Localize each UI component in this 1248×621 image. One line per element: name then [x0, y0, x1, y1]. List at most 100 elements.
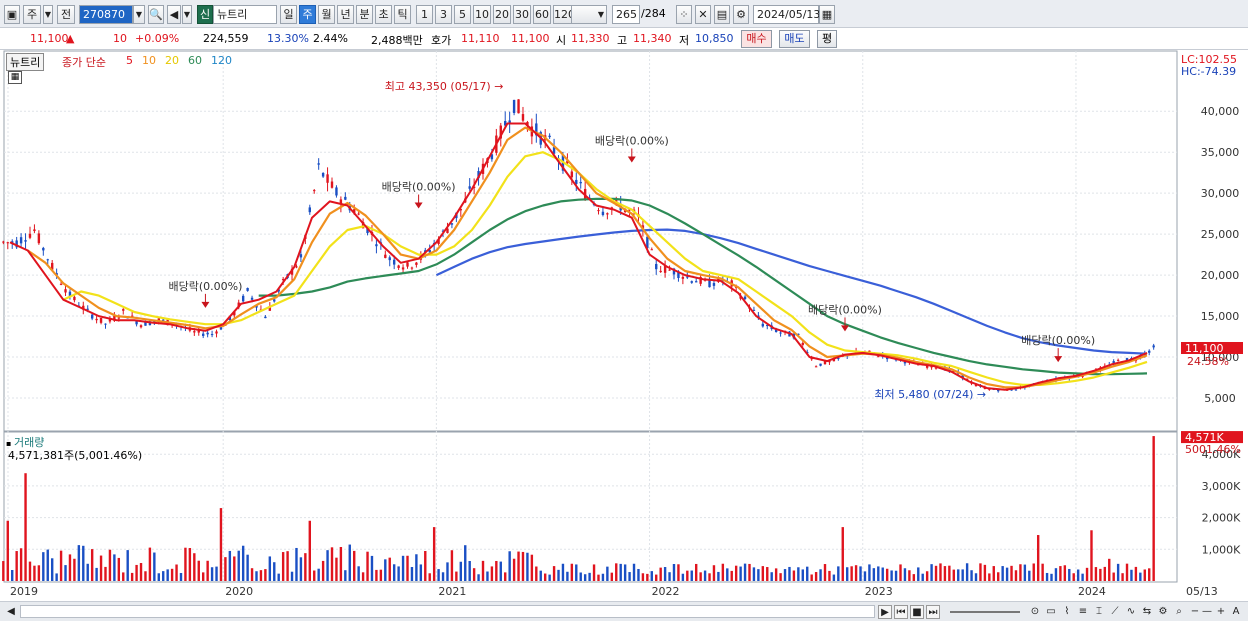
volume-bar — [1001, 566, 1004, 581]
volume-bar — [290, 571, 294, 581]
window-icon[interactable]: ▣ — [4, 5, 20, 24]
interval-tab-5[interactable]: 30 — [513, 5, 531, 24]
zoom-icon[interactable]: ⊙ — [1028, 605, 1042, 619]
candle-body — [104, 323, 107, 325]
volume-bar — [868, 564, 871, 581]
table-icon[interactable]: ▦ — [8, 71, 22, 84]
stock-name-field[interactable]: 뉴트리 — [213, 5, 277, 24]
stock-chart[interactable]: 2019 2020 2021 2022 2023 2024 05/13 40,000 35,00… — [0, 50, 1248, 601]
interval-tab-4[interactable]: 20 — [493, 5, 511, 24]
last-icon[interactable]: ⏭ — [926, 605, 940, 619]
volume-bar — [273, 562, 276, 581]
candle-body — [415, 262, 418, 265]
chevron-down-icon[interactable]: ▼ — [182, 5, 192, 24]
chevron-down-icon[interactable]: ▼ — [133, 5, 145, 24]
ma-legend-20[interactable]: 20 — [165, 54, 179, 67]
period-tab-6[interactable]: 틱 — [394, 5, 411, 24]
candle-body — [326, 174, 329, 183]
interval-dropdown[interactable]: ▼ — [571, 5, 607, 24]
interval-tab-2[interactable]: 5 — [454, 5, 471, 24]
period-tab-1[interactable]: 주 — [299, 5, 316, 24]
search-icon[interactable]: ⌕ — [1172, 605, 1186, 619]
sell-button[interactable]: 매도 — [779, 30, 810, 48]
volume-y-tick-label: 1,000K — [1202, 543, 1241, 556]
crosshair-icon[interactable]: ✕ — [695, 5, 711, 24]
ma-legend-5[interactable]: 5 — [126, 54, 133, 67]
period-tab-3[interactable]: 년 — [337, 5, 354, 24]
save-icon[interactable]: ▤ — [714, 5, 730, 24]
candle-body — [712, 283, 716, 286]
volume-bar — [179, 572, 183, 581]
font-size-icon[interactable]: A — [1229, 605, 1243, 619]
eval-button[interactable]: 평 — [817, 30, 837, 48]
volume-bar — [939, 563, 942, 581]
zoom-slider[interactable] — [950, 611, 1020, 613]
chart-bar-icon[interactable]: ≡ — [1076, 605, 1090, 619]
stock-code-input[interactable]: 270870 — [79, 5, 133, 24]
volume-bar — [2, 561, 5, 581]
candle-body — [601, 211, 605, 215]
interval-tab-3[interactable]: 10 — [473, 5, 491, 24]
count-input[interactable]: 265 — [612, 5, 640, 24]
x-tick-label: 2019 — [10, 585, 38, 598]
search-icon[interactable]: 🔍 — [148, 5, 164, 24]
first-icon[interactable]: ⏮ — [894, 605, 908, 619]
candle-body — [681, 276, 685, 279]
trend-line-icon[interactable]: ⟋ — [1108, 605, 1122, 619]
volume-bar — [1036, 535, 1040, 581]
stock-legend-tag[interactable]: 뉴트리 — [6, 53, 45, 71]
volume-bar — [299, 557, 303, 581]
candle-body — [357, 213, 360, 215]
chevron-down-icon[interactable]: ▼ — [43, 5, 53, 24]
chart-candle-icon[interactable]: ⌶ — [1092, 605, 1106, 619]
scroll-left-icon[interactable]: ◀ — [4, 605, 18, 619]
minus-icon[interactable]: — — [1200, 605, 1214, 619]
chart-tool-icon[interactable]: ⁘ — [676, 5, 692, 24]
volume-bar — [197, 560, 200, 581]
interval-tab-0[interactable]: 1 — [416, 5, 433, 24]
scroll-track[interactable] — [20, 605, 875, 618]
volume-bar — [268, 556, 272, 581]
volume-bar — [455, 571, 458, 581]
date-input[interactable]: 2024/05/13 — [753, 5, 820, 24]
candle-body — [210, 334, 214, 336]
volume-bar — [557, 569, 560, 581]
volume-bar — [801, 569, 804, 581]
candle-body — [397, 265, 400, 268]
period-dropdown[interactable]: 주 — [23, 5, 41, 24]
settings-icon[interactable]: ⚙ — [1156, 605, 1170, 619]
prev-button[interactable]: 전 — [57, 5, 75, 24]
stop-icon[interactable]: ■ — [910, 605, 924, 619]
play-icon[interactable]: ▶ — [878, 605, 892, 619]
calendar-icon[interactable]: ▦ — [819, 5, 835, 24]
chart-type-icon[interactable]: ▭ — [1044, 605, 1058, 619]
ma-legend-10[interactable]: 10 — [142, 54, 156, 67]
period-tab-0[interactable]: 일 — [280, 5, 297, 24]
period-tab-5[interactable]: 초 — [375, 5, 392, 24]
chart-line-icon[interactable]: ⌇ — [1060, 605, 1074, 619]
candle-body — [250, 297, 254, 300]
interval-tab-6[interactable]: 60 — [533, 5, 551, 24]
volume-bar — [899, 564, 902, 581]
period-tab-2[interactable]: 월 — [318, 5, 335, 24]
volume-bar — [979, 563, 982, 581]
wave-icon[interactable]: ∿ — [1124, 605, 1138, 619]
ma-legend-120[interactable]: 120 — [211, 54, 232, 67]
ma-legend-60[interactable]: 60 — [188, 54, 202, 67]
interval-tab-1[interactable]: 3 — [435, 5, 452, 24]
volume-bar — [646, 573, 649, 581]
candle-body — [579, 181, 582, 184]
ex-dividend-annotation: 배당락(0.00%) — [382, 181, 456, 194]
volume-bar — [464, 545, 467, 581]
period-tab-4[interactable]: 분 — [356, 5, 373, 24]
candle-body — [512, 99, 516, 113]
volume-bar — [961, 569, 964, 581]
volume-bar — [810, 574, 813, 581]
volume-bar — [202, 572, 205, 581]
compare-icon[interactable]: ⇆ — [1140, 605, 1154, 619]
buy-button[interactable]: 매수 — [741, 30, 772, 48]
gear-icon[interactable]: ⚙ — [733, 5, 749, 24]
speaker-icon[interactable]: ◀ — [167, 5, 181, 24]
candle-body — [335, 187, 338, 196]
zoom-in-icon[interactable]: + — [1214, 605, 1228, 619]
